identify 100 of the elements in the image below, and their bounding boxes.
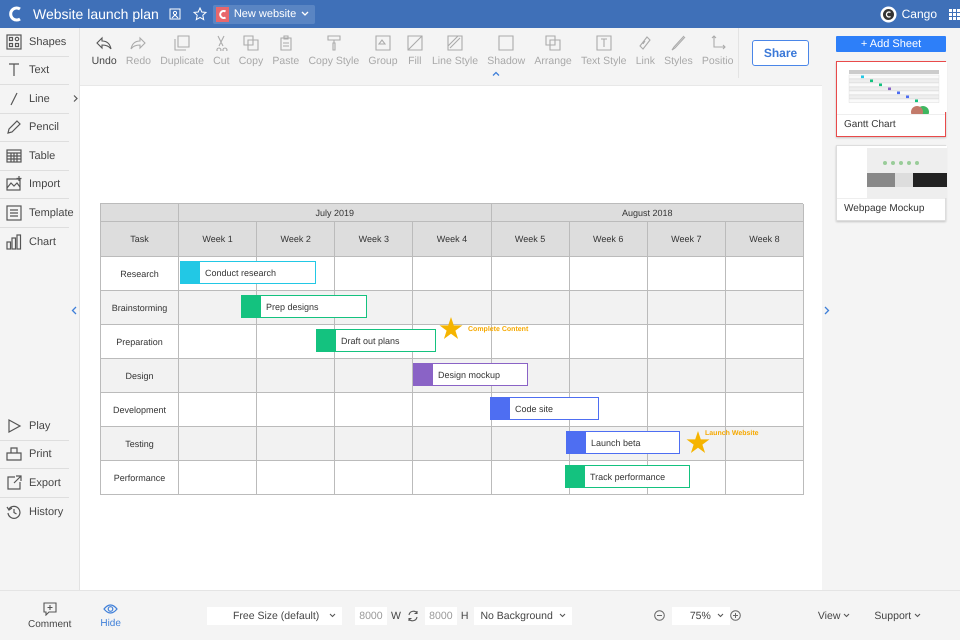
group-icon <box>375 35 391 51</box>
document-title: Website launch plan <box>33 6 159 22</box>
task-cell: Performance <box>101 461 179 495</box>
table-icon <box>6 148 22 164</box>
avatar-icon[interactable] <box>880 6 897 22</box>
column-header: Week 4 <box>413 222 492 257</box>
image-icon <box>6 176 22 192</box>
caret-icon <box>914 613 922 618</box>
sheet-name: Gantt Chart <box>837 114 945 136</box>
sheet-card[interactable]: Gantt Chart <box>836 61 946 137</box>
zoom-select[interactable]: 75% <box>672 606 730 624</box>
sidebar-item[interactable]: Line <box>0 85 69 114</box>
toolbar-label: Redo <box>126 55 151 67</box>
line-style-icon <box>447 35 464 51</box>
apps-grid-icon[interactable] <box>949 8 960 20</box>
task-bar: Prep designs <box>241 295 367 318</box>
sidebar-item-label: History <box>29 506 64 518</box>
sheet-name: Webpage Mockup <box>837 198 945 220</box>
swap-icon[interactable] <box>406 610 419 622</box>
column-header: Week 1 <box>179 222 258 257</box>
shadow-icon <box>498 35 514 51</box>
expand-right-icon[interactable] <box>824 306 830 315</box>
sidebar-item-label: Print <box>29 448 52 460</box>
sidebar-item[interactable]: Shapes <box>0 28 69 56</box>
column-header: Week 8 <box>726 222 804 257</box>
star-icon <box>439 317 463 340</box>
task-cell: Brainstorming <box>101 291 179 325</box>
sidebar-item[interactable]: Print <box>0 440 69 469</box>
sidebar-item[interactable]: Import <box>0 170 69 199</box>
background-select[interactable]: No Background <box>474 606 572 624</box>
share-button[interactable]: Share <box>752 40 810 66</box>
logo-icon <box>216 6 229 22</box>
arrange-icon <box>545 35 562 51</box>
toolbar-label: Styles <box>664 55 693 67</box>
width-label: W <box>390 610 401 622</box>
printer-icon <box>6 446 22 462</box>
sidebar-item[interactable]: History <box>0 498 69 526</box>
page-size-select[interactable]: Free Size (default) <box>206 606 342 624</box>
bar-chart-icon <box>6 234 22 250</box>
play-icon <box>6 418 22 434</box>
sidebar-item-label: Shapes <box>29 36 66 48</box>
sidebar-item-label: Line <box>29 92 50 105</box>
link-icon <box>637 35 654 51</box>
toolbar-label: Copy <box>238 55 264 67</box>
sidebar-item[interactable]: Text <box>0 56 69 85</box>
task-bar: Draft out plans <box>316 329 436 352</box>
task-bar: Track performance <box>565 465 690 488</box>
column-header: Week 5 <box>492 222 570 257</box>
export-icon <box>6 474 22 491</box>
eye-icon <box>103 602 118 614</box>
sidebar-item[interactable]: Chart <box>0 228 69 256</box>
pencil-icon <box>6 119 22 136</box>
caret-icon <box>328 613 336 618</box>
caret-icon <box>716 613 724 618</box>
paint-roller-icon <box>326 35 342 51</box>
sidebar-item[interactable]: Export <box>0 469 69 498</box>
zoom-in-icon[interactable] <box>730 610 741 621</box>
view-menu[interactable]: View <box>818 610 850 622</box>
support-menu[interactable]: Support <box>874 610 922 622</box>
comment-button[interactable]: Comment <box>28 602 72 630</box>
shapes-icon <box>6 34 22 50</box>
toolbar-label: Line Style <box>432 55 478 67</box>
sheet-card[interactable]: Webpage Mockup <box>836 145 946 221</box>
chevron-right-icon[interactable] <box>70 94 80 104</box>
comment-icon <box>42 602 57 616</box>
axes-icon <box>710 35 726 51</box>
history-icon <box>6 504 22 520</box>
toolbar-label: Arrange <box>534 55 572 67</box>
text-box-icon <box>596 35 612 51</box>
hide-button[interactable]: Hide <box>100 602 121 628</box>
column-header: Week 2 <box>257 222 336 257</box>
month-header: August 2018 <box>492 204 804 222</box>
add-sheet-button[interactable]: + Add Sheet <box>836 36 946 52</box>
zoom-out-icon[interactable] <box>654 610 665 621</box>
copy-icon <box>242 35 259 51</box>
toolbar-label: Positio <box>702 55 734 67</box>
caret-icon <box>301 11 310 17</box>
month-header: July 2019 <box>179 204 492 222</box>
image-icon[interactable] <box>168 8 181 20</box>
document-switcher[interactable]: New website <box>212 4 316 24</box>
task-bar: Code site <box>490 397 599 420</box>
task-cell: Testing <box>101 427 179 461</box>
toolbar-label: Shadow <box>487 55 526 67</box>
toolbar-label: Fill <box>408 55 422 67</box>
undo-icon <box>96 35 112 51</box>
collapse-up-icon[interactable] <box>492 71 500 76</box>
logo-icon[interactable] <box>8 6 22 22</box>
user-name: Cango <box>902 7 937 21</box>
sidebar-item-label: Export <box>29 476 61 489</box>
star-icon[interactable] <box>192 7 207 21</box>
sidebar-item[interactable]: Pencil <box>0 114 69 142</box>
sidebar-item[interactable]: Table <box>0 142 69 170</box>
sidebar-item-label: Play <box>29 420 50 432</box>
toolbar-button[interactable]: Undo <box>87 28 122 78</box>
task-bar: Conduct research <box>180 261 316 284</box>
sidebar-item[interactable]: Play <box>0 412 69 440</box>
collapse-left-icon[interactable] <box>71 306 77 315</box>
column-header: Task <box>101 222 179 257</box>
sidebar-item-label: Text <box>29 64 50 76</box>
height-label: H <box>460 610 468 622</box>
